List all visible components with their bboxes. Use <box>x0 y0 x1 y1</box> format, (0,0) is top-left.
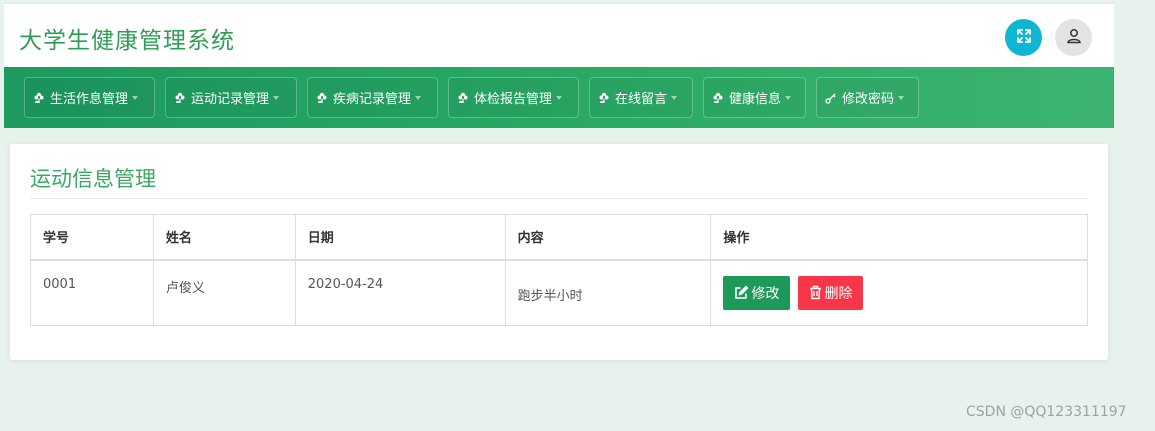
edit-button-label: 修改 <box>751 285 780 302</box>
caret-down-icon <box>898 95 905 100</box>
nav-item-sleep-schedule[interactable]: 生活作息管理 <box>24 77 155 118</box>
column-header: 学号 <box>30 214 154 261</box>
nav-item-label: 健康信息 <box>729 92 782 107</box>
nav-item-disease-records[interactable]: 疾病记录管理 <box>307 77 438 118</box>
caret-down-icon <box>273 95 280 100</box>
user-icon <box>1065 27 1083 49</box>
nav-item-exercise-records[interactable]: 运动记录管理 <box>165 77 297 118</box>
nav-item-label: 在线留言 <box>615 92 668 107</box>
trash-icon <box>809 285 822 300</box>
flower-icon <box>712 92 724 104</box>
nav-item-change-password[interactable]: 修改密码 <box>816 77 919 118</box>
nav-item-label: 运动记录管理 <box>191 92 270 107</box>
caret-down-icon <box>556 95 563 100</box>
exercise-table: 学号 姓名 日期 内容 操作 0001 卢俊义 2020-04-24 跑步半小时 <box>30 214 1088 326</box>
column-header: 操作 <box>710 214 1088 261</box>
watermark: CSDN @QQ123311197 <box>966 404 1127 420</box>
column-header: 姓名 <box>152 214 296 261</box>
edit-icon <box>734 285 749 300</box>
user-menu-button[interactable] <box>1055 19 1092 56</box>
nav-item-label: 生活作息管理 <box>50 92 129 107</box>
column-header: 内容 <box>504 214 712 261</box>
flower-icon <box>598 92 610 104</box>
expand-arrows-icon <box>1015 27 1033 49</box>
flower-icon <box>457 92 469 104</box>
nav-item-label: 修改密码 <box>842 92 895 107</box>
key-icon <box>825 92 837 104</box>
app-frame: 大学生健康管理系统 生活作息管理 运动记录管理 疾病记录管理 体检报告管理 在线… <box>4 3 1114 128</box>
flower-icon <box>316 92 328 104</box>
flower-icon <box>33 92 45 104</box>
content-panel: 运动信息管理 学号 姓名 日期 内容 操作 0001 卢俊义 2020-04-2… <box>10 144 1108 360</box>
edit-button[interactable]: 修改 <box>723 275 791 310</box>
caret-down-icon <box>415 95 422 100</box>
delete-button[interactable]: 删除 <box>798 275 864 310</box>
caret-down-icon <box>132 95 139 100</box>
nav-item-health-info[interactable]: 健康信息 <box>703 77 806 118</box>
app-title: 大学生健康管理系统 <box>19 28 235 54</box>
cell-name: 卢俊义 <box>152 259 296 326</box>
caret-down-icon <box>785 95 792 100</box>
table-row: 0001 卢俊义 2020-04-24 跑步半小时 修改 删除 <box>30 259 1088 326</box>
column-header: 日期 <box>294 214 506 261</box>
flower-icon <box>174 92 186 104</box>
nav-item-messages[interactable]: 在线留言 <box>589 77 693 118</box>
table-header-row: 学号 姓名 日期 内容 操作 <box>30 214 1088 261</box>
nav-item-checkup-reports[interactable]: 体检报告管理 <box>448 77 579 118</box>
cell-actions: 修改 删除 <box>710 259 1088 326</box>
fullscreen-button[interactable] <box>1005 19 1042 56</box>
nav-item-label: 体检报告管理 <box>474 92 553 107</box>
delete-button-label: 删除 <box>824 285 853 302</box>
divider <box>30 198 1088 199</box>
main-nav: 生活作息管理 运动记录管理 疾病记录管理 体检报告管理 在线留言 健康信息 修改… <box>4 67 1114 128</box>
cell-date: 2020-04-24 <box>294 259 506 326</box>
page-title: 运动信息管理 <box>30 167 156 191</box>
cell-student-id: 0001 <box>30 259 154 326</box>
cell-content: 跑步半小时 <box>504 259 712 326</box>
topbar: 大学生健康管理系统 <box>4 3 1114 67</box>
caret-down-icon <box>671 95 678 100</box>
nav-item-label: 疾病记录管理 <box>333 92 412 107</box>
